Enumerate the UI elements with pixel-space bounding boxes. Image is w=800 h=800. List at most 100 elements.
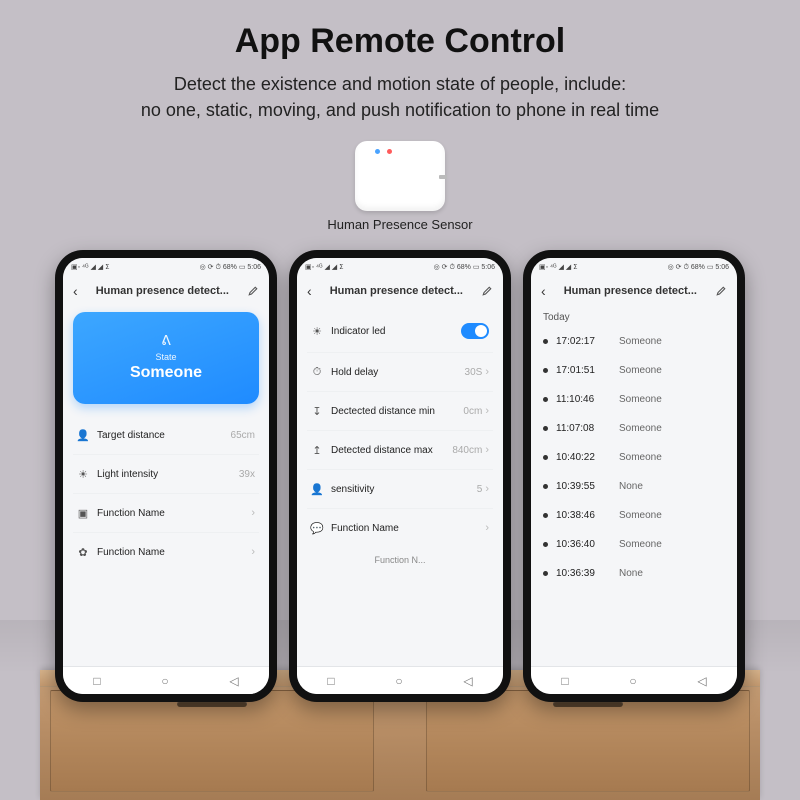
setting-row[interactable]: ⏱ Hold delay 30S › bbox=[307, 353, 493, 392]
back-button[interactable]: ‹ bbox=[541, 283, 546, 299]
setting-row[interactable]: ▣Function Name› bbox=[73, 494, 259, 533]
row-icon: ↥ bbox=[311, 444, 323, 456]
log-status: Someone bbox=[619, 365, 662, 376]
setting-row[interactable]: ✿Function Name› bbox=[73, 533, 259, 571]
page-title: App Remote Control bbox=[0, 0, 800, 61]
row-label: sensitivity bbox=[331, 484, 374, 495]
toggle-switch[interactable] bbox=[461, 323, 489, 339]
bullet-icon bbox=[543, 426, 548, 431]
log-status: None bbox=[619, 568, 643, 579]
back-button[interactable]: ‹ bbox=[307, 283, 312, 299]
setting-row[interactable]: ↧Dectected distance min0cm › bbox=[307, 392, 493, 431]
log-status: Someone bbox=[619, 423, 662, 434]
setting-row[interactable]: 👤sensitivity5 › bbox=[307, 470, 493, 509]
android-navbar: □ ○ ◁ bbox=[63, 666, 269, 694]
log-row: 10:38:46 Someone bbox=[541, 501, 727, 530]
bullet-icon bbox=[543, 339, 548, 344]
nav-home-icon[interactable]: ○ bbox=[629, 674, 636, 688]
log-time: 11:10:46 bbox=[556, 394, 611, 405]
row-label: Target distance bbox=[97, 430, 165, 441]
edit-icon[interactable] bbox=[481, 285, 493, 297]
running-icon: ᕕ bbox=[83, 332, 249, 349]
row-icon: 👤 bbox=[77, 429, 89, 441]
chevron-right-icon: › bbox=[485, 522, 489, 534]
row-label: Function Name bbox=[97, 547, 165, 558]
log-time: 10:39:55 bbox=[556, 481, 611, 492]
subtitle-line-2: no one, static, moving, and push notific… bbox=[0, 97, 800, 123]
bullet-icon bbox=[543, 397, 548, 402]
row-icon: ⏱ bbox=[311, 366, 323, 378]
nav-back-icon[interactable]: ◁ bbox=[463, 674, 472, 688]
nav-home-icon[interactable]: ○ bbox=[161, 674, 168, 688]
chevron-right-icon: › bbox=[485, 483, 489, 495]
log-time: 11:07:08 bbox=[556, 423, 611, 434]
subtitle-line-1: Detect the existence and motion state of… bbox=[0, 71, 800, 97]
log-status: Someone bbox=[619, 452, 662, 463]
page-subtitle: Detect the existence and motion state of… bbox=[0, 71, 800, 123]
row-icon: ✿ bbox=[77, 546, 89, 558]
bullet-icon bbox=[543, 542, 548, 547]
chevron-right-icon: › bbox=[485, 405, 489, 417]
row-value: 30S › bbox=[465, 366, 489, 378]
setting-row[interactable]: 👤 Target distance 65cm bbox=[73, 416, 259, 455]
screen-title: Human presence detect... bbox=[96, 285, 229, 297]
log-row: 10:36:40Someone bbox=[541, 530, 727, 559]
row-icon: 💬 bbox=[311, 522, 323, 534]
nav-back-icon[interactable]: ◁ bbox=[697, 674, 706, 688]
log-status: Someone bbox=[619, 394, 662, 405]
log-row: 17:01:51 Someone bbox=[541, 356, 727, 385]
state-value: Someone bbox=[83, 364, 249, 382]
setting-row[interactable]: ☀Light intensity39x bbox=[73, 455, 259, 494]
row-label: Hold delay bbox=[331, 367, 378, 378]
log-row: 17:02:17 Someone bbox=[541, 327, 727, 356]
row-value: 840cm › bbox=[452, 444, 489, 456]
chevron-right-icon: › bbox=[485, 444, 489, 456]
screen-title: Human presence detect... bbox=[330, 285, 463, 297]
log-status: Someone bbox=[619, 510, 662, 521]
state-card: ᕕ State Someone bbox=[73, 312, 259, 404]
device-label: Human Presence Sensor bbox=[327, 217, 472, 232]
row-value: 5 › bbox=[477, 483, 489, 495]
edit-icon[interactable] bbox=[715, 285, 727, 297]
today-label: Today bbox=[541, 306, 727, 327]
nav-recent-icon[interactable]: □ bbox=[93, 674, 100, 688]
screen-title: Human presence detect... bbox=[564, 285, 697, 297]
footer-label: Function N... bbox=[307, 547, 493, 573]
log-row: 10:40:22 Someone bbox=[541, 443, 727, 472]
row-icon: ▣ bbox=[77, 507, 89, 519]
setting-row[interactable]: 💬 Function Name › bbox=[307, 509, 493, 547]
status-bar: ▣◦ ⁴ᴳ ◢ ◢ ⵉ◎ ⟳ ⏱ 68% ▭ 5:06 bbox=[531, 258, 737, 276]
android-navbar: □ ○ ◁ bbox=[531, 666, 737, 694]
log-time: 10:40:22 bbox=[556, 452, 611, 463]
row-value: › bbox=[251, 507, 255, 519]
phone-mockup-1: ▣◦ ⁴ᴳ ◢ ◢ ⵉ◎ ⟳ ⏱ 68% ▭ 5:06 ‹ Human pres… bbox=[55, 250, 277, 702]
bullet-icon bbox=[543, 484, 548, 489]
setting-row[interactable]: ↥ Detected distance max 840cm › bbox=[307, 431, 493, 470]
nav-back-icon[interactable]: ◁ bbox=[229, 674, 238, 688]
row-label: Indicator led bbox=[331, 326, 385, 337]
row-label: Detected distance max bbox=[331, 445, 433, 456]
setting-row[interactable]: ☀Indicator led bbox=[307, 310, 493, 353]
phone-mockup-2: ▣◦ ⁴ᴳ ◢ ◢ ⵉ◎ ⟳ ⏱ 68% ▭ 5:06 ‹ Human pres… bbox=[289, 250, 511, 702]
edit-icon[interactable] bbox=[247, 285, 259, 297]
row-icon: ☀ bbox=[77, 468, 89, 480]
row-value: › bbox=[485, 522, 489, 534]
row-icon: ↧ bbox=[311, 405, 323, 417]
row-value: 65cm bbox=[231, 430, 255, 441]
log-time: 10:38:46 bbox=[556, 510, 611, 521]
bullet-icon bbox=[543, 455, 548, 460]
row-label: Function Name bbox=[331, 523, 399, 534]
row-value: 39x bbox=[239, 469, 255, 480]
bullet-icon bbox=[543, 571, 548, 576]
nav-home-icon[interactable]: ○ bbox=[395, 674, 402, 688]
phone-mockup-3: ▣◦ ⁴ᴳ ◢ ◢ ⵉ◎ ⟳ ⏱ 68% ▭ 5:06 ‹ Human pres… bbox=[523, 250, 745, 702]
row-value: 0cm › bbox=[463, 405, 489, 417]
log-time: 10:36:39 bbox=[556, 568, 611, 579]
nav-recent-icon[interactable]: □ bbox=[327, 674, 334, 688]
status-bar: ▣◦ ⁴ᴳ ◢ ◢ ⵉ◎ ⟳ ⏱ 68% ▭ 5:06 bbox=[63, 258, 269, 276]
back-button[interactable]: ‹ bbox=[73, 283, 78, 299]
log-status: Someone bbox=[619, 336, 662, 347]
log-time: 17:01:51 bbox=[556, 365, 611, 376]
log-time: 17:02:17 bbox=[556, 336, 611, 347]
nav-recent-icon[interactable]: □ bbox=[561, 674, 568, 688]
